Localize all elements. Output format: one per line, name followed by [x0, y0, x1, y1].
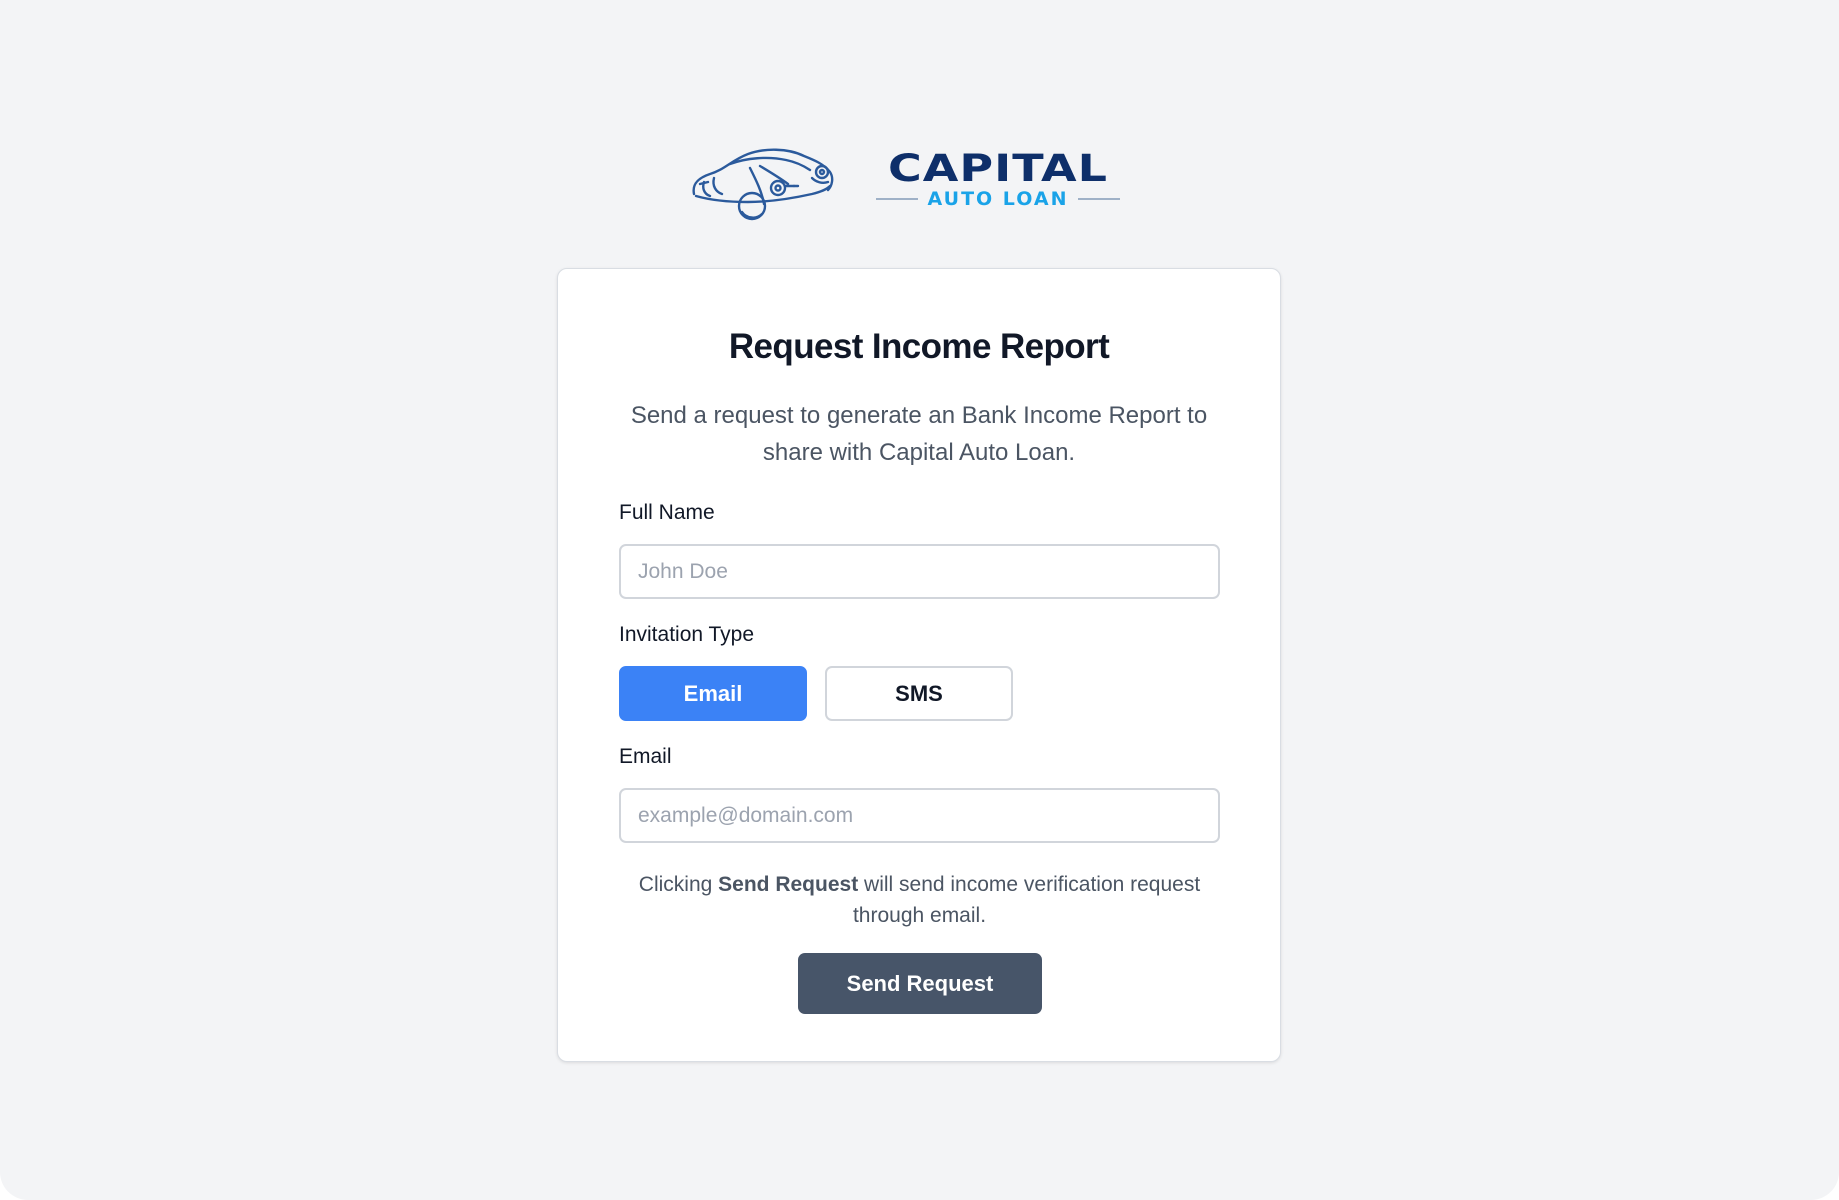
note-suffix: will send income verification request th… [852, 873, 1201, 927]
logo-wordmark: CAPITAL AUTO LOAN [848, 145, 1148, 220]
request-form-card: Request Income Report Send a request to … [557, 268, 1281, 1062]
logo-brand-text: CAPITAL [888, 145, 1108, 191]
logo-subtext-row: AUTO LOAN [848, 188, 1148, 210]
car-logo-icon [692, 148, 834, 221]
send-request-button[interactable]: Send Request [798, 953, 1042, 1014]
email-label: Email [619, 745, 672, 768]
invitation-type-email-button[interactable]: Email [619, 666, 807, 721]
logo-subtext: AUTO LOAN [927, 188, 1069, 210]
page-background: CAPITAL AUTO LOAN Request Income Report … [0, 0, 1839, 1200]
logo-rule-right [1078, 198, 1121, 200]
form-title: Request Income Report [728, 327, 1110, 366]
note-prefix: Clicking [638, 873, 719, 896]
invitation-type-sms-button[interactable]: SMS [825, 666, 1013, 721]
invitation-type-label: Invitation Type [619, 623, 755, 646]
form-subtitle: Send a request to generate an Bank Incom… [630, 402, 1208, 466]
logo-rule-left [875, 198, 918, 200]
note-emphasis: Send Request [718, 873, 859, 896]
full-name-input[interactable] [619, 544, 1220, 599]
email-input[interactable] [619, 788, 1220, 843]
capital-auto-loan-logo: CAPITAL AUTO LOAN [690, 138, 1150, 222]
full-name-label: Full Name [619, 501, 715, 524]
send-request-note: Clicking Send Request will send income v… [619, 869, 1220, 931]
